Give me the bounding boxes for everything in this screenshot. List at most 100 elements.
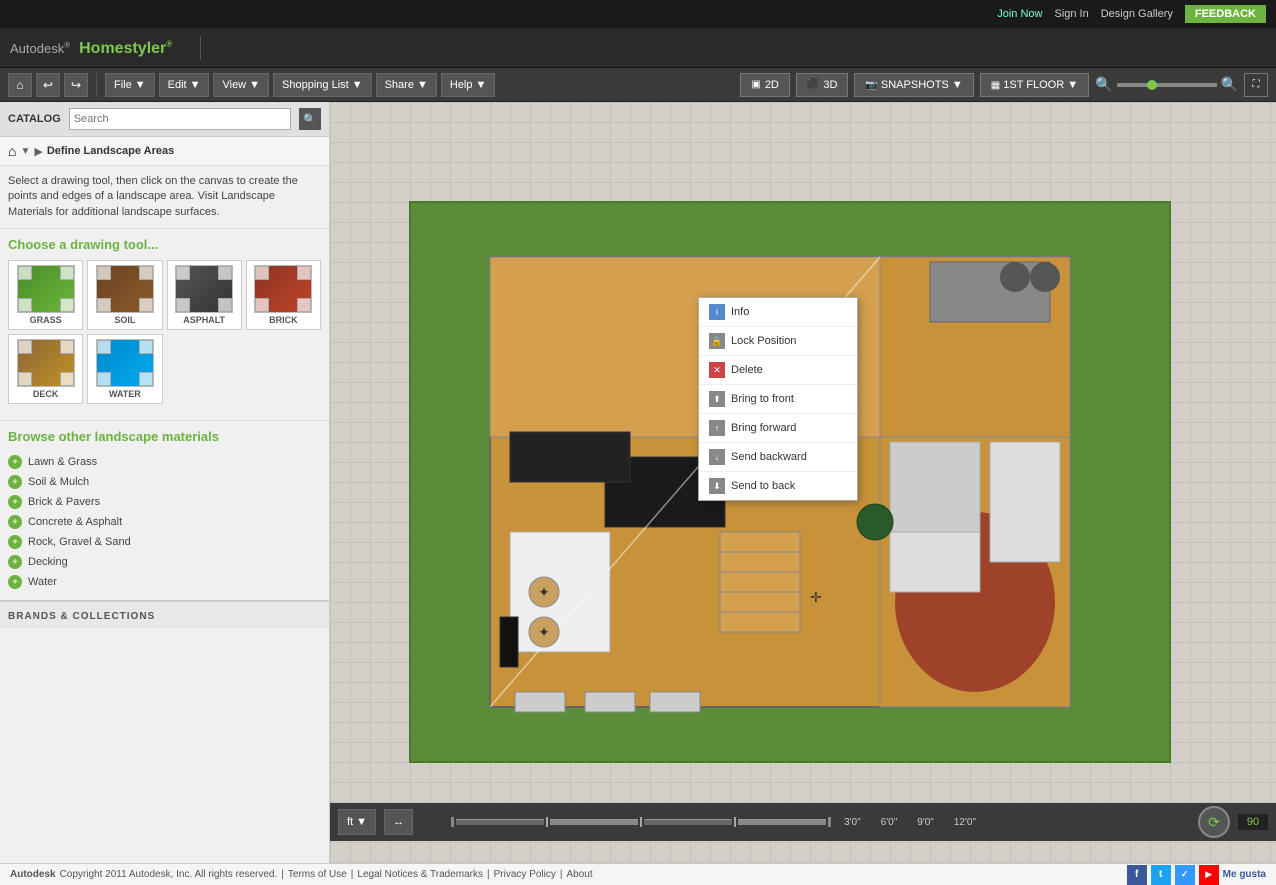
ctx-bring-forward[interactable]: ↑ Bring forward (699, 414, 857, 443)
home-button[interactable]: ⌂ (8, 73, 32, 97)
zoom-thumb (1147, 80, 1157, 90)
soil-tool[interactable]: SOIL (87, 260, 162, 330)
breadcrumb-down-icon[interactable]: ▼ (20, 146, 30, 157)
2d-view-button[interactable]: ▣ 2D (740, 73, 790, 97)
breadcrumb-section: Define Landscape Areas (47, 145, 174, 157)
browse-lawn-grass[interactable]: + Lawn & Grass (8, 452, 321, 472)
corner-br (139, 372, 153, 386)
sidebar: CATALOG 🔍 ⌂ ▼ ▶ Define Landscape Areas S… (0, 102, 330, 863)
footer-terms-link[interactable]: Terms of Use (288, 869, 347, 880)
canvas-area[interactable]: ✦ ✦ ✛ i Info 🔒 Lock Position ✕ Delete ⬆ … (330, 102, 1276, 863)
ctx-send-backward[interactable]: ↓ Send backward (699, 443, 857, 472)
like-label: Me gusta (1223, 869, 1266, 880)
canvas-bottom-bar: ft ▼ ↔ 3'0" 6'0" 9'0" 12'0" ⟳ (330, 803, 1276, 841)
ctx-delete[interactable]: ✕ Delete (699, 356, 857, 385)
drawing-section: Choose a drawing tool... GRASS (0, 229, 329, 420)
browse-concrete-asphalt[interactable]: + Concrete & Asphalt (8, 512, 321, 532)
view-menu-button[interactable]: View ▼ (213, 73, 269, 97)
logo-homestyler: Homestyler® (79, 40, 172, 57)
edit-menu-button[interactable]: Edit ▼ (159, 73, 210, 97)
ruler-12ft: 12'0" (954, 817, 976, 828)
water-tool-label: WATER (90, 389, 159, 399)
corner-br (297, 298, 311, 312)
undo-button[interactable]: ↩ (36, 73, 60, 97)
brick-tool[interactable]: BRICK (246, 260, 321, 330)
footer-legal-link[interactable]: Legal Notices & Trademarks (357, 869, 483, 880)
brands-section: BRANDS & COLLECTIONS (0, 600, 329, 628)
footer-about-link[interactable]: About (567, 869, 593, 880)
catalog-label: CATALOG (8, 113, 61, 125)
browse-section: Browse other landscape materials + Lawn … (0, 420, 329, 600)
corner-bl (255, 298, 269, 312)
sign-in-link[interactable]: Sign In (1054, 8, 1088, 20)
browse-lawn-icon: + (8, 455, 22, 469)
tool-grid: GRASS SOIL (8, 260, 321, 404)
browse-brick-pavers[interactable]: + Brick & Pavers (8, 492, 321, 512)
browse-decking-icon: + (8, 555, 22, 569)
view-controls: ▣ 2D ⬛ 3D 📷 SNAPSHOTS ▼ ▦ 1ST FLOOR ▼ 🔍 … (740, 73, 1268, 97)
corner-br (218, 298, 232, 312)
ruler-9ft: 9'0" (917, 817, 934, 828)
corner-bl (18, 298, 32, 312)
browse-soil-icon: + (8, 475, 22, 489)
footer-privacy-link[interactable]: Privacy Policy (494, 869, 556, 880)
fullscreen-button[interactable]: ⛶ (1244, 73, 1268, 97)
corner-br (60, 372, 74, 386)
ctx-info[interactable]: i Info (699, 298, 857, 327)
ruler-labels: 3'0" 6'0" 9'0" 12'0" (844, 817, 976, 828)
design-gallery-link[interactable]: Design Gallery (1101, 8, 1173, 20)
ruler-container (451, 817, 831, 827)
breadcrumb-home-icon[interactable]: ⌂ (8, 143, 16, 159)
units-button[interactable]: ft ▼ (338, 809, 376, 835)
zoom-in-icon[interactable]: 🔍 (1221, 76, 1238, 93)
search-input[interactable] (69, 108, 291, 130)
ctx-bring-forward-label: Bring forward (731, 422, 796, 434)
grass-tool[interactable]: GRASS (8, 260, 83, 330)
water-tool[interactable]: WATER (87, 334, 162, 404)
breadcrumb-arrow: ▶ (34, 145, 42, 158)
drawing-title: Choose a drawing tool... (8, 237, 321, 252)
zoom-slider[interactable] (1117, 83, 1217, 87)
deck-tool-label: DECK (11, 389, 80, 399)
snapshots-button[interactable]: 📷 SNAPSHOTS ▼ (854, 73, 973, 97)
corner-br (60, 298, 74, 312)
ctx-bring-forward-icon: ↑ (709, 420, 725, 436)
browse-water[interactable]: + Water (8, 572, 321, 592)
redo-button[interactable]: ↪ (64, 73, 88, 97)
ctx-lock-position[interactable]: 🔒 Lock Position (699, 327, 857, 356)
floor-button[interactable]: ▦ 1ST FLOOR ▼ (980, 73, 1089, 97)
compass-button[interactable]: ⟳ (1198, 806, 1230, 838)
browse-rock-gravel[interactable]: + Rock, Gravel & Sand (8, 532, 321, 552)
corner-br (139, 298, 153, 312)
twitter-icon[interactable]: t (1151, 865, 1171, 885)
corner-tl (18, 266, 32, 280)
corner-tr (60, 266, 74, 280)
3d-view-button[interactable]: ⬛ 3D (796, 73, 849, 97)
delicious-icon[interactable]: ✓ (1175, 865, 1195, 885)
sofa-top (890, 442, 980, 532)
ctx-send-back[interactable]: ⬇ Send to back (699, 472, 857, 500)
browse-decking[interactable]: + Decking (8, 552, 321, 572)
plant (857, 504, 893, 540)
join-now-link[interactable]: Join Now (997, 8, 1042, 20)
ctx-lock-icon: 🔒 (709, 333, 725, 349)
help-button[interactable]: Help ▼ (441, 73, 496, 97)
file-menu-button[interactable]: File ▼ (105, 73, 155, 97)
deck-tool[interactable]: DECK (8, 334, 83, 404)
measure-button[interactable]: ↔ (384, 809, 413, 835)
facebook-icon[interactable]: f (1127, 865, 1147, 885)
ctx-bring-to-front[interactable]: ⬆ Bring to front (699, 385, 857, 414)
window3 (650, 692, 700, 712)
ctx-bring-front-label: Bring to front (731, 393, 794, 405)
lamp1 (1030, 262, 1060, 292)
browse-soil-mulch[interactable]: + Soil & Mulch (8, 472, 321, 492)
search-button[interactable]: 🔍 (299, 108, 321, 130)
feedback-button[interactable]: FEEDBACK (1185, 5, 1266, 23)
shopping-list-button[interactable]: Shopping List ▼ (273, 73, 372, 97)
share-button[interactable]: Share ▼ (376, 73, 437, 97)
asphalt-tool[interactable]: ASPHALT (167, 260, 242, 330)
corner-tl (255, 266, 269, 280)
ctx-bring-front-icon: ⬆ (709, 391, 725, 407)
youtube-icon[interactable]: ▶ (1199, 865, 1219, 885)
zoom-out-icon[interactable]: 🔍 (1095, 76, 1112, 93)
